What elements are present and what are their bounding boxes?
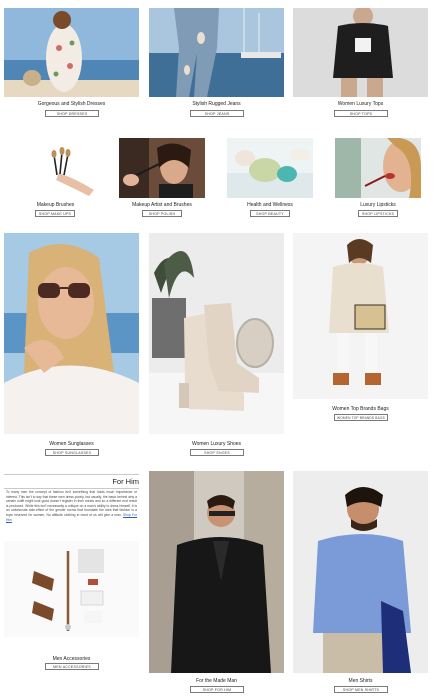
shop-sunglasses-button[interactable]: SHOP SUNGLASSES bbox=[45, 449, 99, 456]
men-shirts-image[interactable] bbox=[293, 471, 428, 673]
sunglasses-caption: Women Sunglasses bbox=[49, 441, 94, 447]
shop-men-shirts-button[interactable]: SHOP MEN SHIRTS bbox=[334, 686, 388, 693]
men-accessories-button[interactable]: MEN ACCESSORIES bbox=[45, 663, 99, 670]
made-man-image[interactable] bbox=[149, 471, 284, 673]
tops-caption: Women Luxury Tops bbox=[337, 101, 384, 107]
shop-lipsticks-button[interactable]: SHOP LIPSTICKS bbox=[358, 210, 398, 217]
jeans-caption: Stylish Rugged Jeans bbox=[192, 101, 241, 107]
shop-polish-button[interactable]: SHOP POLISH bbox=[142, 210, 182, 217]
forhim-description: To many men the concept of fashion isn't… bbox=[6, 490, 137, 534]
lipsticks-image[interactable] bbox=[335, 138, 421, 198]
makeup-brushes-caption: Makeup Brushes bbox=[36, 202, 75, 208]
dresses-caption: Gorgeous and Stylish Dresses bbox=[37, 101, 106, 107]
shop-make-ups-button[interactable]: SHOP MAKE UPS bbox=[35, 210, 75, 217]
shop-dresses-button[interactable]: SHOP DRESSES bbox=[45, 110, 99, 117]
makeup-artist-image[interactable] bbox=[119, 138, 205, 198]
made-man-caption: For the Made Man bbox=[196, 678, 237, 684]
forhim-title: For Him bbox=[112, 477, 139, 486]
jeans-image[interactable] bbox=[149, 8, 284, 97]
makeup-brushes-image[interactable] bbox=[4, 138, 107, 198]
shop-tops-button[interactable]: SHOP TOPS bbox=[334, 110, 388, 117]
wellness-image[interactable] bbox=[227, 138, 313, 198]
dresses-image[interactable] bbox=[4, 8, 139, 97]
sunglasses-image[interactable] bbox=[4, 233, 139, 434]
shop-shoes-button[interactable]: SHOP SHOES bbox=[190, 449, 244, 456]
wellness-caption: Health and Wellness bbox=[247, 202, 293, 208]
shoes-caption: Women Luxury Shoes bbox=[191, 441, 242, 447]
tops-image[interactable] bbox=[293, 8, 428, 97]
bags-caption: Women Top Brands Bags bbox=[332, 406, 389, 412]
lipsticks-caption: Luxury Lipsticks bbox=[360, 202, 396, 208]
shop-for-him-button[interactable]: SHOP FOR HIM bbox=[190, 686, 244, 693]
shop-bags-button[interactable]: WOMEN TOP BRANDS BAGS bbox=[334, 414, 388, 421]
forhim-top-rule bbox=[4, 474, 139, 475]
bags-image[interactable] bbox=[293, 233, 428, 399]
forhim-bottom-rule bbox=[4, 488, 139, 489]
makeup-artist-caption: Makeup Artist and Brushes bbox=[132, 202, 192, 208]
shoes-image[interactable] bbox=[149, 233, 284, 434]
accessories-caption: Men Accessories bbox=[52, 656, 91, 662]
forhim-text: To many men the concept of fashion isn't… bbox=[6, 490, 137, 517]
men-shirts-caption: Men Shirts bbox=[348, 678, 373, 684]
shop-jeans-button[interactable]: SHOP JEANS bbox=[190, 110, 244, 117]
accessories-image[interactable] bbox=[4, 541, 139, 637]
shop-beauty-button[interactable]: SHOP BEAUTY bbox=[250, 210, 290, 217]
